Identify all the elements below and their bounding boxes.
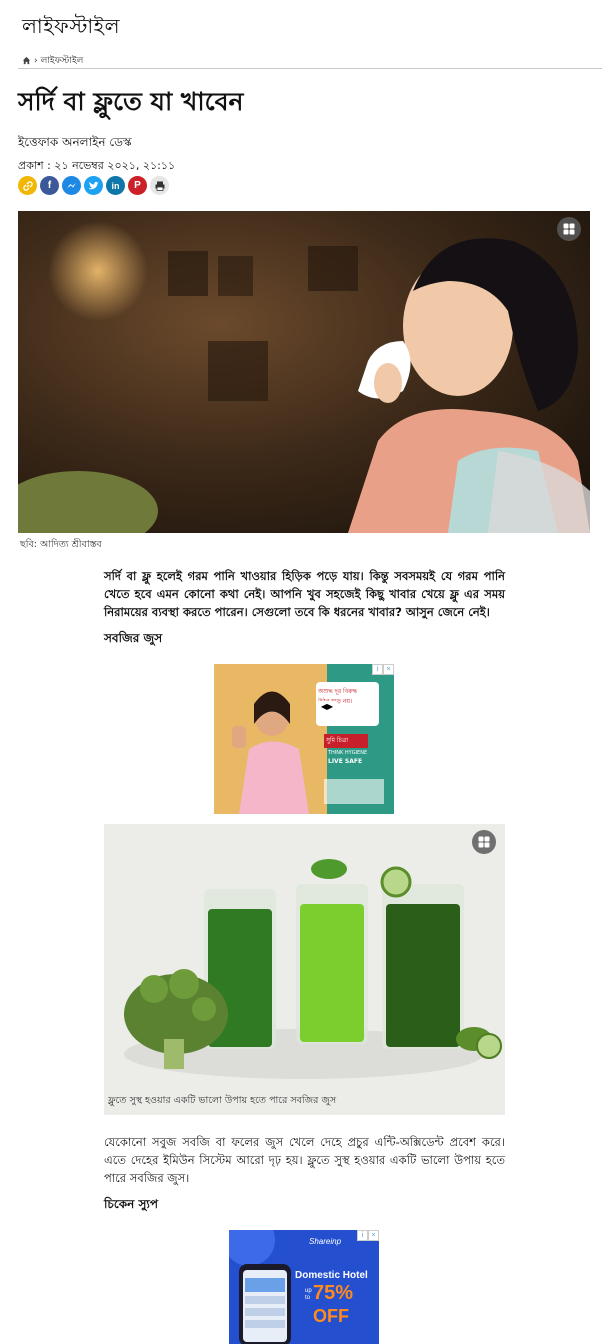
breadcrumb-current[interactable]: লাইফস্টাইল [41, 53, 84, 68]
juice-caption: ফ্লুতে সুস্থ হওয়ার একটি ভালো উপায় হতে … [108, 1095, 337, 1106]
vegetable-juice-image[interactable]: ফ্লুতে সুস্থ হওয়ার একটি ভালো উপায় হতে … [104, 824, 505, 1115]
linkedin-icon[interactable]: in [106, 176, 125, 195]
copy-link-icon[interactable] [18, 176, 37, 195]
twitter-icon[interactable] [84, 176, 103, 195]
ad2-percent: 75% [313, 1282, 354, 1304]
header-divider [18, 68, 602, 69]
facebook-icon[interactable]: f [40, 176, 59, 195]
section-title[interactable]: লাইফস্টাইল [22, 12, 120, 45]
pinterest-icon[interactable]: P [128, 176, 147, 195]
hero-image[interactable] [18, 211, 590, 533]
ad2-off: OFF [313, 1306, 349, 1326]
subheading-vegetable-juice: সবজির জুস [104, 631, 163, 645]
ad-choices-badge[interactable]: i × [357, 1230, 379, 1241]
publish-date: প্রকাশ : ২১ নভেম্বর ২০২১, ২১:১১ [18, 159, 176, 172]
hotel-advertisement[interactable]: Shareinp Domestic Hotel up to 75% OFF i × [229, 1230, 379, 1344]
intro-paragraph: সর্দি বা ফ্লু হলেই গরম পানি খাওয়ার হিড়… [104, 569, 505, 619]
ad-slider-control[interactable]: ◀▶ [318, 701, 336, 713]
home-icon[interactable] [22, 56, 31, 65]
gallery-icon[interactable] [557, 217, 581, 241]
ad1-brand: সুমি চিত্রা [326, 737, 349, 744]
ad2-title: Domestic Hotel [295, 1270, 368, 1281]
hero-caption: ছবি: আদিত্য শ্রীবাস্তব [20, 539, 102, 550]
messenger-icon[interactable] [62, 176, 81, 195]
ad1-tag2: LIVE SAFE [328, 758, 363, 765]
print-icon[interactable] [150, 176, 169, 195]
ad2-brand: Shareinp [309, 1237, 342, 1246]
ad-choices-badge[interactable]: i × [372, 664, 394, 675]
subheading-chicken-soup: চিকেন স্যুপ [104, 1197, 159, 1211]
ad1-tag1: THINK HYGIENE [328, 750, 368, 756]
juice-paragraph: যেকোনো সবুজ সবজি বা ফলের জুস খেলে দেহে প… [104, 1135, 505, 1185]
breadcrumb-separator: › [34, 55, 38, 66]
article-author[interactable]: ইত্তেফাক অনলাইন ডেস্ক [18, 134, 132, 154]
article-headline: সর্দি বা ফ্লুতে যা খাবেন [18, 87, 244, 116]
share-bar: f in P [18, 176, 169, 195]
gallery-icon[interactable] [472, 830, 496, 854]
advertisement-banner[interactable]: অশুদ্ধ দূর বিরুদ্ধ উঠুন ছাড় নয়। সুমি চ… [214, 664, 394, 814]
breadcrumb: › লাইফস্টাইল [22, 53, 83, 68]
